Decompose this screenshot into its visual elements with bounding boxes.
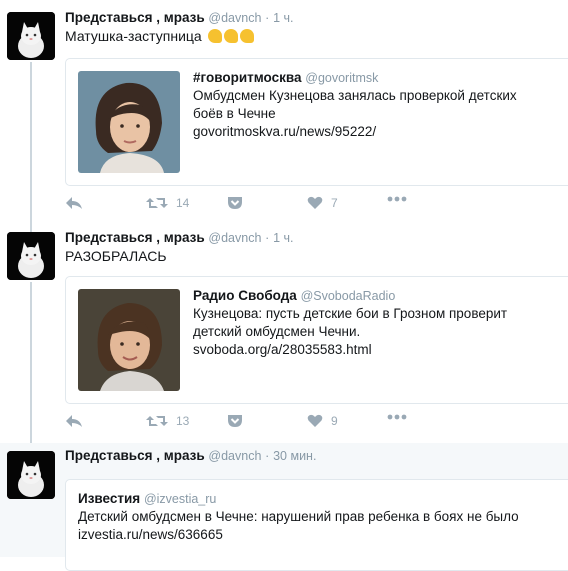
reply-button[interactable] — [65, 414, 83, 428]
like-count: 9 — [331, 414, 338, 428]
pocket-icon — [228, 415, 242, 427]
quote-body: Известия @izvestia_ru Детский омбудсмен … — [78, 490, 519, 544]
avatar[interactable] — [7, 12, 55, 60]
reply-button[interactable] — [65, 196, 83, 210]
tweet-text: Матушка-заступница — [65, 28, 254, 44]
cat-avatar-icon — [7, 12, 55, 60]
tweet-actions: 13 9 — [65, 414, 465, 434]
quote-author: #говоритмосква — [193, 70, 302, 85]
quote-author: Известия — [78, 491, 141, 506]
pocket-button[interactable] — [227, 196, 243, 210]
tweet-time[interactable]: 30 мин. — [273, 449, 316, 463]
tweet-time[interactable]: 1 ч. — [273, 11, 293, 25]
more-dots-icon — [387, 414, 407, 420]
reply-icon — [66, 197, 82, 209]
quote-text-line: Детский омбудсмен в Чечне: нарушений пра… — [78, 509, 519, 524]
separator-dot: · — [265, 449, 270, 463]
retweet-button[interactable]: 14 — [146, 196, 189, 210]
quote-body: #говоритмосква @govoritmsk Омбудсмен Куз… — [193, 69, 517, 141]
quote-link[interactable]: izvestia.ru/news/636665 — [78, 526, 519, 544]
quote-thumbnail — [78, 71, 180, 173]
quoted-tweet[interactable]: Известия @izvestia_ru Детский омбудсмен … — [65, 479, 568, 571]
retweet-button[interactable]: 13 — [146, 414, 189, 428]
heart-icon — [307, 196, 323, 209]
tweet[interactable]: Представься , мразь @davnch · 1 ч. РАЗОБ… — [0, 228, 568, 443]
quote-link[interactable]: svoboda.org/a/28035583.html — [193, 341, 507, 359]
quote-link[interactable]: govoritmoskva.ru/news/95222/ — [193, 123, 517, 141]
separator-dot: · — [265, 231, 270, 245]
more-button[interactable] — [387, 414, 407, 420]
tweet-text-body: Матушка-заступница — [65, 28, 202, 44]
separator-dot: · — [265, 11, 270, 25]
quote-body: Радио Свобода @SvobodaRadio Кузнецова: п… — [193, 287, 507, 359]
tweet-header: Представься , мразь @davnch · 30 мин. — [65, 448, 316, 463]
like-count: 7 — [331, 196, 338, 210]
woman-portrait-icon — [78, 71, 180, 173]
tweet-time[interactable]: 1 ч. — [273, 231, 293, 245]
tweet-highlighted[interactable]: Представься , мразь @davnch · 30 мин. Из… — [0, 443, 568, 571]
quote-text-line: Омбудсмен Кузнецова занялась проверкой д… — [193, 88, 517, 103]
author-handle[interactable]: @davnch — [208, 231, 261, 245]
quote-handle: @govoritmsk — [305, 71, 379, 85]
cat-avatar-icon — [7, 451, 55, 499]
retweet-count: 13 — [176, 414, 190, 428]
cat-avatar-icon — [7, 232, 55, 280]
quote-text-line: детский омбудсмен Чечни. — [193, 324, 361, 339]
pocket-icon — [228, 197, 242, 209]
quote-handle: @SvobodaRadio — [300, 289, 396, 303]
reply-icon — [66, 415, 82, 427]
avatar[interactable] — [7, 232, 55, 280]
quote-thumbnail — [78, 289, 180, 391]
avatar[interactable] — [7, 451, 55, 499]
author-handle[interactable]: @davnch — [208, 449, 261, 463]
retweet-icon — [146, 198, 168, 208]
like-button[interactable]: 7 — [307, 196, 338, 210]
tweet-text: РАЗОБРАЛАСЬ — [65, 248, 167, 264]
tweet[interactable]: Представься , мразь @davnch · 1 ч. Матуш… — [0, 0, 568, 228]
author-name[interactable]: Представься , мразь — [65, 10, 205, 25]
more-dots-icon — [387, 196, 407, 202]
more-button[interactable] — [387, 196, 407, 202]
author-name[interactable]: Представься , мразь — [65, 448, 205, 463]
woman-portrait-icon — [78, 289, 180, 391]
tweet-header: Представься , мразь @davnch · 1 ч. — [65, 10, 294, 25]
tweet-actions: 14 7 — [65, 196, 465, 216]
quote-text-line: боёв в Чечне — [193, 106, 276, 121]
tweet-header: Представься , мразь @davnch · 1 ч. — [65, 230, 294, 245]
retweet-icon — [146, 416, 168, 426]
flexed-biceps-emoji-icon — [206, 28, 254, 44]
pocket-button[interactable] — [227, 414, 243, 428]
heart-icon — [307, 414, 323, 427]
quote-text-line: Кузнецова: пусть детские бои в Грозном п… — [193, 306, 508, 321]
retweet-count: 14 — [176, 196, 190, 210]
author-handle[interactable]: @davnch — [208, 11, 261, 25]
quoted-tweet[interactable]: #говоритмосква @govoritmsk Омбудсмен Куз… — [65, 58, 568, 186]
author-name[interactable]: Представься , мразь — [65, 230, 205, 245]
quote-author: Радио Свобода — [193, 288, 297, 303]
like-button[interactable]: 9 — [307, 414, 338, 428]
quoted-tweet[interactable]: Радио Свобода @SvobodaRadio Кузнецова: п… — [65, 276, 568, 404]
quote-handle: @izvestia_ru — [143, 492, 217, 506]
